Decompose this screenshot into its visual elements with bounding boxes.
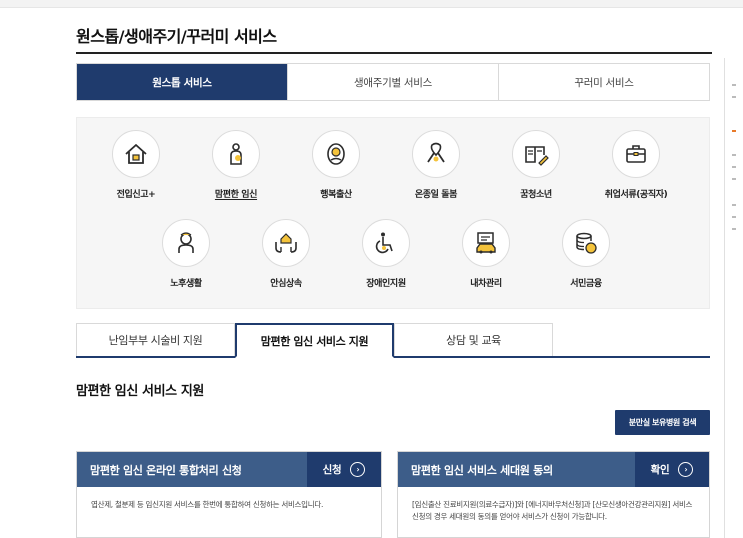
briefcase-icon <box>612 130 660 178</box>
confirm-button-label: 확인 <box>650 464 670 476</box>
tab-lifecycle-service[interactable]: 생애주기별 서비스 <box>287 64 498 100</box>
service-label: 맘편한 임신 <box>214 190 258 200</box>
service-card-household-consent: 맘편한 임신 서비스 세대원 동의 확인 › [임신출산 진료비지원(의료수급자… <box>397 451 710 538</box>
service-label: 노후생활 <box>170 279 202 289</box>
section-title: 맘편한 임신 서비스 지원 <box>76 384 204 399</box>
service-card-online-application: 맘편한 임신 온라인 통합처리 신청 신청 › 엽산제, 철분제 등 임신지원 … <box>76 451 382 538</box>
service-item-birth[interactable]: 행복출산 <box>286 130 386 200</box>
service-icon-grid: 전입신고+ 맘편한 임신 행복출산 온종일 돌봄 꿈청소년 취업서류(공직자) <box>76 117 710 309</box>
card-description: [임신출산 진료비지원(의료수급자)]와 [에너지바우처신청]과 [산모신생아건… <box>412 500 693 521</box>
elderly-icon <box>162 219 210 267</box>
top-strip <box>0 0 743 8</box>
tab-onestop-service[interactable]: 원스톱 서비스 <box>77 64 287 100</box>
apply-button-label: 신청 <box>322 464 342 476</box>
wheelchair-icon <box>362 219 410 267</box>
service-label: 온종일 돌봄 <box>414 190 458 200</box>
right-side-panel-edge <box>724 58 743 538</box>
card-title: 맘편한 임신 서비스 세대원 동의 <box>411 463 553 477</box>
service-item-pregnancy[interactable]: 맘편한 임신 <box>186 130 286 200</box>
sub-tab-bar: 난임부부 시술비 지원 맘편한 임신 서비스 지원 상담 및 교육 <box>76 323 710 358</box>
house-icon <box>112 130 160 178</box>
hands-house-icon <box>262 219 310 267</box>
ribbon-icon <box>412 130 460 178</box>
service-item-retirement[interactable]: 노후생활 <box>136 219 236 289</box>
card-header: 맘편한 임신 서비스 세대원 동의 확인 › <box>398 452 709 487</box>
tab-infertility-support[interactable]: 난임부부 시술비 지원 <box>76 323 235 356</box>
title-divider <box>76 52 712 54</box>
service-label: 취업서류(공직자) <box>604 190 668 200</box>
service-label: 행복출산 <box>320 190 352 200</box>
service-item-allday-care[interactable]: 온종일 돌봄 <box>386 130 486 200</box>
service-item-inheritance[interactable]: 안심상속 <box>236 219 336 289</box>
service-label: 장애인지원 <box>366 279 406 289</box>
tab-pregnancy-support[interactable]: 맘편한 임신 서비스 지원 <box>235 323 394 358</box>
service-label: 전입신고+ <box>116 190 156 200</box>
service-item-car[interactable]: 내차관리 <box>436 219 536 289</box>
service-item-youth[interactable]: 꿈청소년 <box>486 130 586 200</box>
chevron-right-icon: › <box>678 462 694 477</box>
baby-icon <box>312 130 360 178</box>
service-label: 안심상속 <box>270 279 302 289</box>
card-header: 맘편한 임신 온라인 통합처리 신청 신청 › <box>77 452 381 487</box>
tab-counseling-education[interactable]: 상담 및 교육 <box>394 323 553 356</box>
service-item-finance[interactable]: 서민금융 <box>536 219 636 289</box>
pregnant-woman-icon <box>212 130 260 178</box>
service-item-employment-docs[interactable]: 취업서류(공직자) <box>586 130 686 200</box>
tab-package-service[interactable]: 꾸러미 서비스 <box>498 64 709 100</box>
service-item-disability[interactable]: 장애인지원 <box>336 219 436 289</box>
service-label: 서민금융 <box>570 279 602 289</box>
page-title: 원스톱/생애주기/꾸러미 서비스 <box>76 27 277 46</box>
service-label: 내차관리 <box>470 279 502 289</box>
book-pencil-icon <box>512 130 560 178</box>
car-document-icon <box>462 219 510 267</box>
apply-button[interactable]: 신청 › <box>307 452 381 487</box>
confirm-button[interactable]: 확인 › <box>635 452 709 487</box>
service-label: 꿈청소년 <box>520 190 552 200</box>
card-title: 맘편한 임신 온라인 통합처리 신청 <box>90 463 242 477</box>
delivery-hospital-search-button[interactable]: 분만실 보유병원 검색 <box>615 410 710 435</box>
coins-icon <box>562 219 610 267</box>
main-tab-bar: 원스톱 서비스 생애주기별 서비스 꾸러미 서비스 <box>76 63 710 101</box>
chevron-right-icon: › <box>350 462 366 477</box>
service-item-move-in[interactable]: 전입신고+ <box>86 130 186 200</box>
card-description: 엽산제, 철분제 등 임신지원 서비스를 한번에 통합하여 신청하는 서비스입니… <box>91 500 324 509</box>
